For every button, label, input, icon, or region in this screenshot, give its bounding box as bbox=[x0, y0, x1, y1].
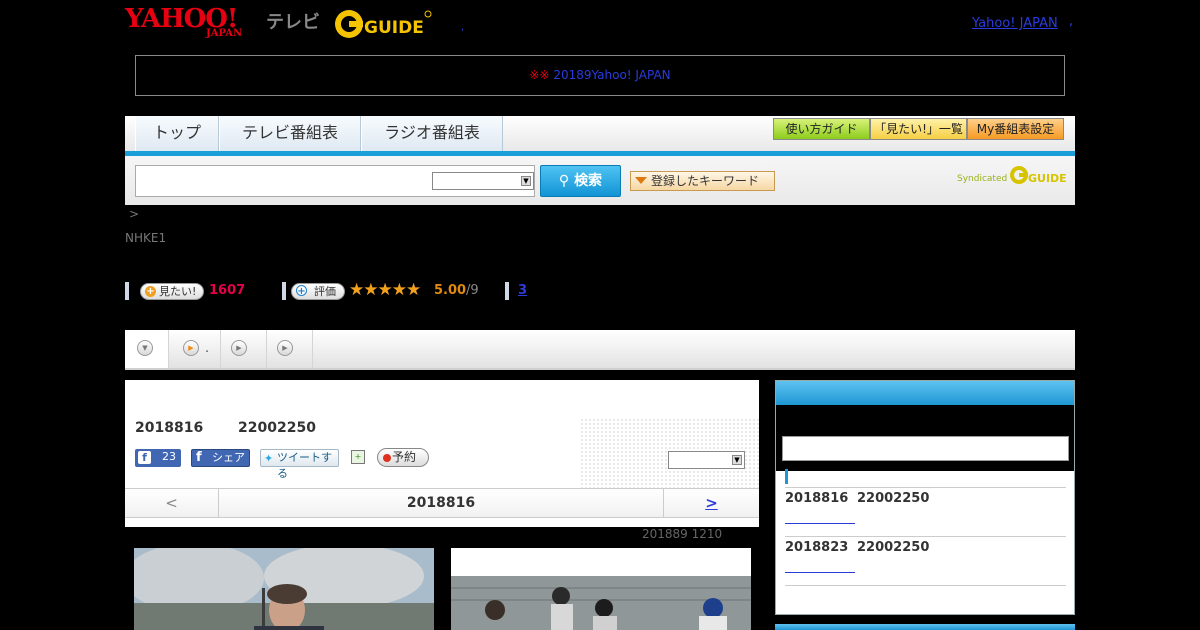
reminder-select[interactable]: ▼ bbox=[668, 451, 745, 469]
tab-radio-schedule[interactable]: ラジオ番組表 bbox=[361, 116, 503, 151]
search-button[interactable]: ⚲ 検索 bbox=[540, 165, 621, 197]
facebook-like-button[interactable]: f 23 bbox=[135, 449, 181, 467]
broadcast-schedule-sidebar: 2018816 22002250 2018823 22002250 bbox=[775, 380, 1075, 615]
photo-scene bbox=[451, 548, 751, 630]
yahoo-japan-top-link[interactable]: Yahoo! JAPAN bbox=[972, 16, 1058, 31]
want-to-watch-count: 1607 bbox=[209, 283, 246, 298]
my-schedule-settings-button[interactable]: My番組表設定 bbox=[967, 118, 1064, 140]
sidebar-item-link[interactable] bbox=[785, 523, 855, 524]
record-dot-icon bbox=[383, 454, 391, 462]
current-date: 2018816 bbox=[406, 495, 476, 511]
divider bbox=[785, 585, 1066, 586]
program-photo-1[interactable] bbox=[134, 548, 434, 630]
search-category-select[interactable]: ▼ bbox=[432, 172, 534, 190]
search-icon: ⚲ bbox=[558, 173, 570, 189]
section-tab-toggle[interactable]: ▼ bbox=[125, 330, 169, 368]
channel-name: NHKE1 bbox=[125, 231, 167, 245]
chevron-down-icon: ▼ bbox=[732, 455, 742, 465]
rating-score: 5.00 bbox=[434, 283, 467, 298]
rate-button[interactable]: + 評価 bbox=[291, 283, 345, 300]
date-navigation: < 2018816 > bbox=[125, 488, 759, 518]
watchlist-button[interactable]: 「見たい!」一覧 bbox=[870, 118, 967, 140]
notice-mark: ※※ bbox=[529, 68, 550, 82]
previous-date-button[interactable]: < bbox=[125, 489, 219, 517]
search-button-label: 検索 bbox=[574, 173, 603, 189]
facebook-icon: f bbox=[196, 450, 202, 465]
dropdown-arrow-icon bbox=[635, 177, 647, 184]
rating-stars-icon: ★★★★★ bbox=[349, 280, 421, 300]
tweet-label: ツイートする bbox=[277, 451, 332, 480]
header-separator: , bbox=[1069, 14, 1074, 29]
header-separator: , bbox=[461, 22, 465, 33]
facebook-share-label: シェア bbox=[212, 451, 245, 464]
play-icon: ▶ bbox=[183, 340, 199, 356]
section-tab-label: . bbox=[205, 341, 210, 356]
reserve-label: 予約 bbox=[392, 450, 417, 464]
want-to-watch-label: 見たい! bbox=[159, 285, 197, 298]
notice-box: ※※ 20189Yahoo! JAPAN bbox=[135, 55, 1065, 96]
saved-keywords-label: 登録したキーワード bbox=[651, 174, 760, 188]
sidebar-item-link[interactable] bbox=[785, 572, 855, 573]
facebook-share-button[interactable]: f シェア bbox=[191, 449, 250, 467]
reviews-link[interactable]: 3 bbox=[518, 283, 527, 298]
rate-label: 評価 bbox=[314, 285, 336, 298]
divider bbox=[785, 487, 1066, 488]
sidebar-item-date: 2018816 bbox=[785, 491, 849, 506]
syndicated-gguide-text: GUIDE bbox=[1028, 172, 1067, 185]
last-updated: 201889 1210 bbox=[642, 527, 723, 541]
program-photo-2[interactable] bbox=[451, 548, 751, 630]
want-to-watch-button[interactable]: + 見たい! bbox=[140, 283, 204, 300]
sidebar-item-time: 22002250 bbox=[857, 540, 930, 555]
rating-score-count: /9 bbox=[466, 283, 479, 298]
air-time: 22002250 bbox=[238, 420, 316, 436]
section-tab-2[interactable]: ▶ bbox=[221, 330, 267, 368]
sidebar-item-date: 2018823 bbox=[785, 540, 849, 555]
yahoo-japan-logo-sub: JAPAN bbox=[206, 28, 243, 39]
sidebar-item-time: 22002250 bbox=[857, 491, 930, 506]
usage-guide-button[interactable]: 使い方ガイド bbox=[773, 118, 870, 140]
sidebar-input-box[interactable] bbox=[782, 436, 1069, 461]
section-tab-3[interactable]: ▶ bbox=[267, 330, 313, 368]
tv-service-label[interactable]: テレビ bbox=[266, 8, 320, 34]
section-tab-1[interactable]: ▶ . bbox=[169, 330, 221, 368]
calendar-add-icon[interactable]: + bbox=[351, 450, 365, 464]
next-date-link[interactable]: > bbox=[663, 489, 759, 517]
sidebar-next-header bbox=[775, 624, 1075, 630]
play-icon: ▶ bbox=[277, 340, 293, 356]
search-bar: ▼ ⚲ 検索 登録したキーワード Syndicated GUIDE bbox=[125, 156, 1075, 205]
syndicated-gguide-logo: GUIDE bbox=[1010, 166, 1067, 185]
stat-divider bbox=[505, 282, 509, 300]
twitter-icon: ✦ bbox=[264, 452, 274, 465]
stat-divider bbox=[282, 282, 286, 300]
tab-tv-schedule[interactable]: テレビ番組表 bbox=[219, 116, 361, 151]
sidebar-header bbox=[776, 381, 1074, 405]
sidebar-section-marker bbox=[785, 469, 788, 484]
notice-link[interactable]: 20189Yahoo! JAPAN bbox=[553, 68, 718, 82]
reserve-button[interactable]: 予約 bbox=[377, 448, 429, 467]
chevron-down-icon: ▼ bbox=[521, 176, 531, 186]
gguide-logo[interactable]: GUIDE bbox=[334, 8, 434, 40]
divider bbox=[785, 536, 1066, 537]
tab-top[interactable]: トップ bbox=[135, 116, 219, 151]
stat-divider bbox=[125, 282, 129, 300]
tweet-button[interactable]: ✦ ツイートする bbox=[260, 449, 339, 480]
plus-icon: + bbox=[145, 286, 156, 297]
program-panel: 2018816 22002250 f 23 f シェア ✦ ツイートする + 予… bbox=[125, 380, 759, 527]
play-icon: ▶ bbox=[231, 340, 247, 356]
chevron-down-icon: ▼ bbox=[137, 340, 153, 356]
breadcrumb: > bbox=[129, 207, 140, 221]
facebook-like-count: 23 bbox=[162, 450, 176, 463]
section-tab-strip: ▼ ▶ . ▶ ▶ bbox=[125, 330, 1075, 370]
facebook-icon: f bbox=[138, 451, 151, 464]
main-nav: トップ テレビ番組表 ラジオ番組表 使い方ガイド 「見たい!」一覧 My番組表設… bbox=[125, 116, 1075, 156]
syndicated-label: Syndicated bbox=[957, 174, 1008, 184]
gguide-logo-text: GUIDE bbox=[364, 18, 424, 38]
air-date: 2018816 bbox=[135, 420, 204, 436]
plus-icon: + bbox=[296, 285, 307, 297]
saved-keywords-button[interactable]: 登録したキーワード bbox=[630, 171, 775, 191]
photo-scene bbox=[134, 548, 434, 630]
